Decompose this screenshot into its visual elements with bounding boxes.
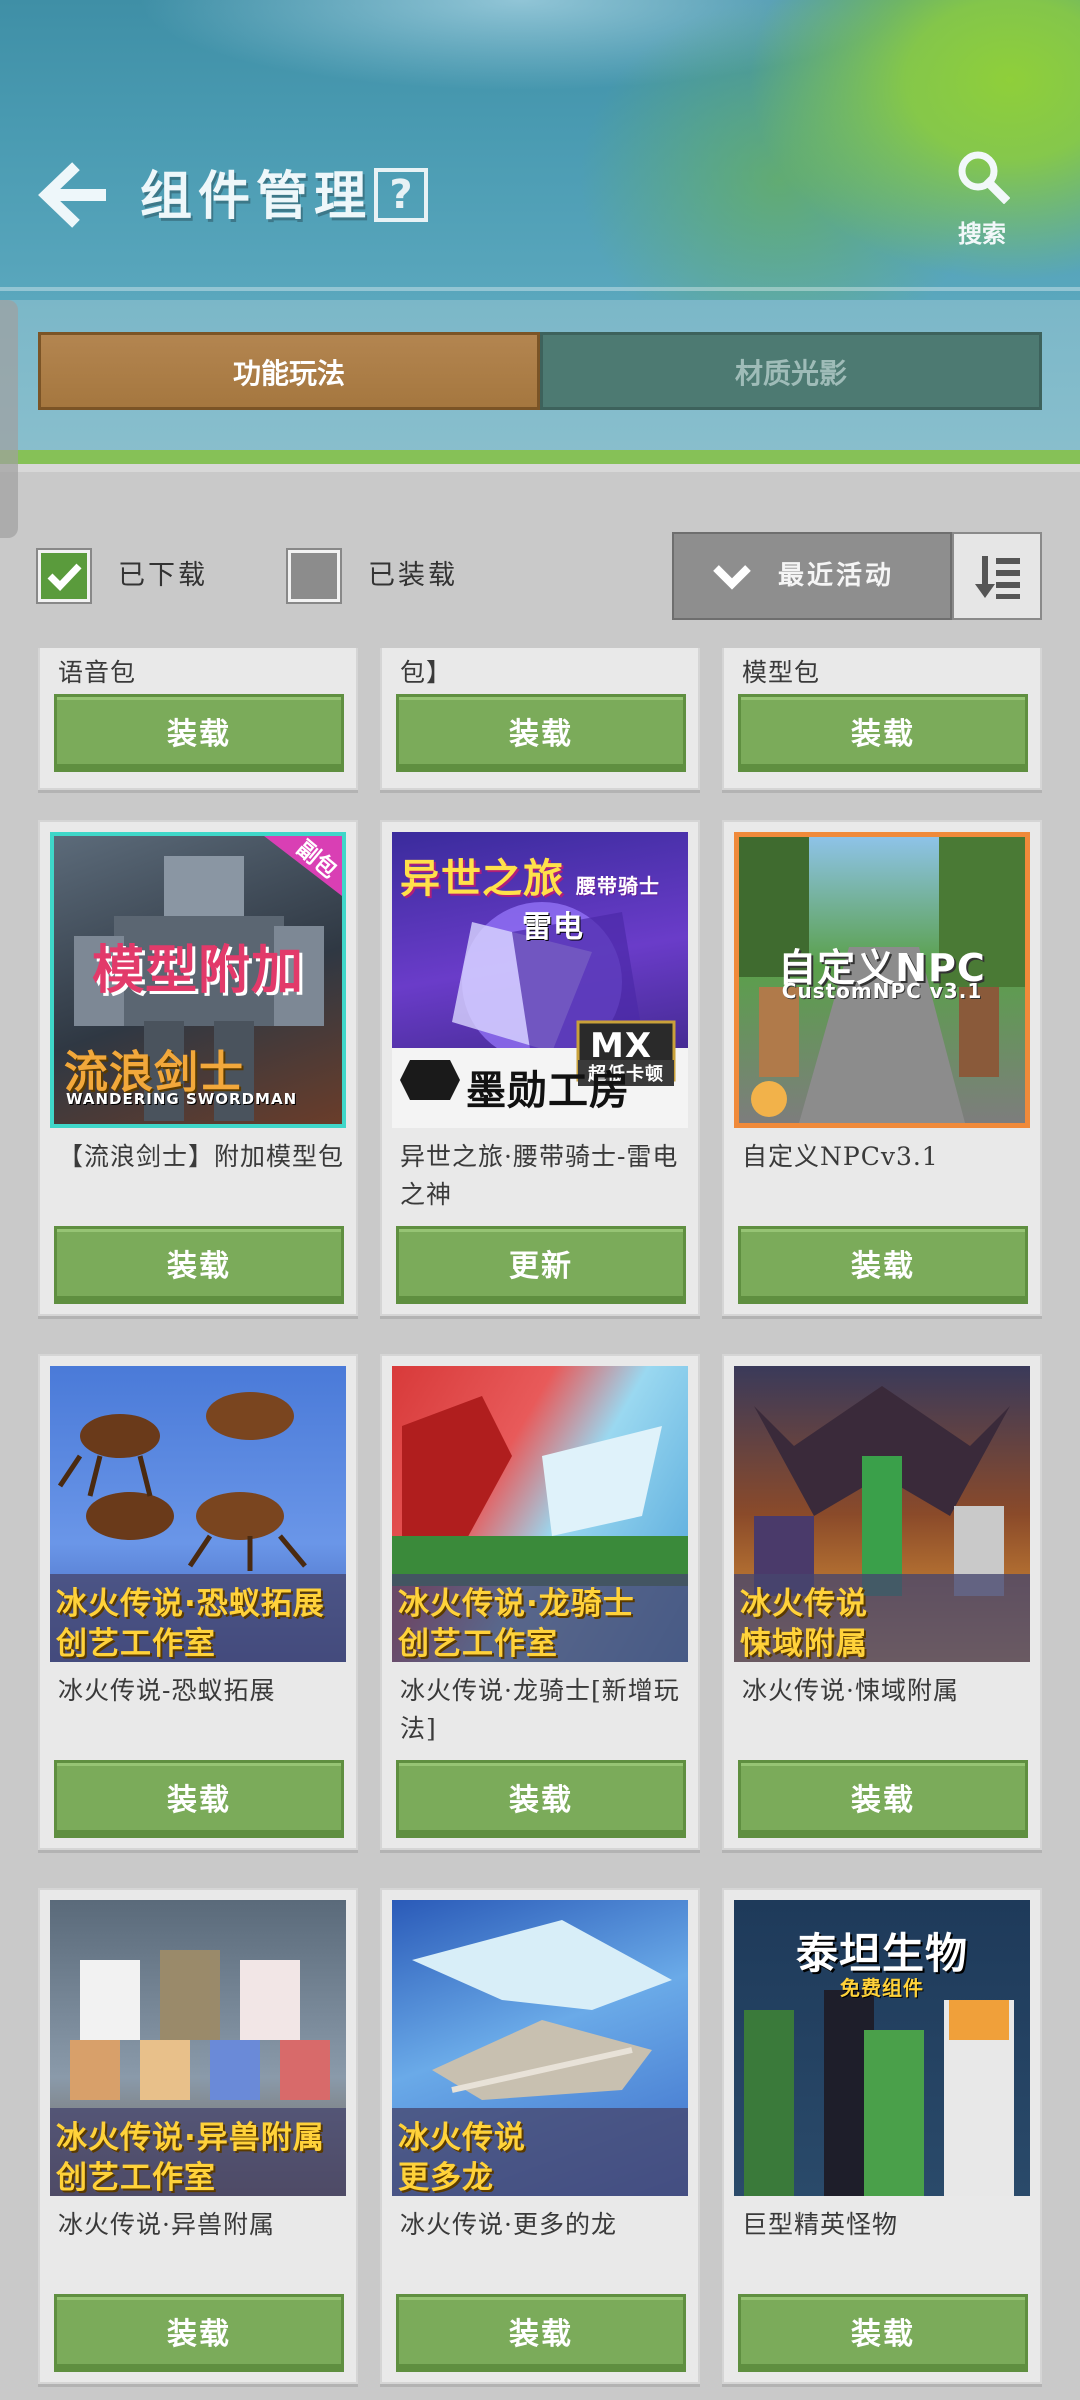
component-card[interactable]: 模型包 装载 [722,648,1042,790]
thumbnail-ant-expansion: 冰火传说·恐蚁拓展 创艺工作室 [50,1366,346,1662]
thumb-subtitle: 创艺工作室 [56,1626,216,1662]
thumb-subtitle: 更多龙 [398,2160,494,2196]
header-divider [0,287,1080,291]
thumb-subtitle: 创艺工作室 [56,2160,216,2196]
chevron-down-icon [713,565,751,590]
component-card[interactable]: 副包 模型附加 流浪剑士 WANDERING SWORDMAN 【流浪剑士】附加… [38,820,358,1316]
load-button[interactable]: 装载 [738,694,1028,772]
sort-dropdown[interactable]: 最近活动 [672,532,952,620]
load-button[interactable]: 装载 [738,1760,1028,1838]
thumb-subtitle: 悚域附属 [740,1626,868,1662]
page-title: 组件管理 [140,167,373,227]
component-card[interactable]: 冰火传说 更多龙 冰火传说·更多的龙 装载 [380,1888,700,2384]
thumb-subtitle: 雷电 [522,910,584,945]
card-title: 巨型精英怪物 [742,2210,899,2239]
tab-gameplay[interactable]: 功能玩法 [38,332,540,410]
component-card[interactable]: 冰火传说·恐蚁拓展 创艺工作室 冰火传说-恐蚁拓展 装载 [38,1354,358,1850]
tab-bar: 功能玩法 材质光影 [38,332,1042,410]
component-card[interactable]: 冰火传说 悚域附属 冰火传说·悚域附属 装载 [722,1354,1042,1850]
thumbnail-wandering-swordman: 副包 模型附加 流浪剑士 WANDERING SWORDMAN [50,832,346,1128]
card-title: 冰火传说·异兽附属 [58,2210,275,2239]
thumb-title: 冰火传说·龙骑士 [398,1586,635,1622]
load-button[interactable]: 装载 [738,1226,1028,1304]
update-button[interactable]: 更新 [396,1226,686,1304]
filter-row: 已下载 已装载 最近活动 [0,520,1080,630]
thumbnail-titan-creatures: 泰坦生物 免费组件 [734,1900,1030,2196]
sort-descending-icon [975,556,1020,599]
thumb-tag: 腰带骑士 [576,874,660,898]
thumb-subtitle: 免费组件 [840,1976,924,2000]
load-button[interactable]: 装载 [54,1226,344,1304]
card-title: 包】 [400,658,453,687]
card-title: 冰火传说·龙骑士[新增玩法] [400,1676,680,1743]
loaded-label: 已装载 [368,560,458,591]
thumb-subtitle: 创艺工作室 [398,1626,558,1662]
sort-dropdown-label: 最近活动 [778,561,895,591]
thumb-title: 冰火传说·恐蚁拓展 [56,1586,325,1622]
thumb-studio: 墨勋工房 [466,1068,630,1114]
component-card[interactable]: 自定义NPC CustomNPC v3.1 自定义NPCv3.1 装载 [722,820,1042,1316]
component-card[interactable]: 包】 装载 [380,648,700,790]
thumb-title: 冰火传说 [398,2120,526,2156]
component-card[interactable]: 异世之旅 腰带骑士 雷电 MX 超低卡顿 墨勋工房 异世之旅·腰带骑士-雷电之神… [380,820,700,1316]
card-title: 异世之旅·腰带骑士-雷电之神 [400,1142,679,1209]
load-button[interactable]: 装载 [54,1760,344,1838]
search-label: 搜索 [958,220,1006,248]
thumb-subtitle: CustomNPC v3.1 [781,979,983,1003]
component-card[interactable]: 泰坦生物 免费组件 巨型精英怪物 装载 [722,1888,1042,2384]
divider [0,464,1080,472]
thumbnail-dragon-rider: 冰火传说·龙骑士 创艺工作室 [392,1366,688,1662]
load-button[interactable]: 装载 [54,694,344,772]
thumb-caption: WANDERING SWORDMAN [66,1090,298,1108]
thumb-title: 冰火传说·异兽附属 [56,2120,325,2156]
card-title: 模型包 [742,658,821,687]
downloaded-label: 已下载 [118,560,208,591]
card-title: 语音包 [58,658,137,687]
component-grid: 语音包 装载 包】 装载 模型包 装载 副包 模型附加 流浪剑士 WANDERI… [0,648,1080,2400]
app-header: 组件管理 ? 搜索 [0,0,1080,300]
load-button[interactable]: 装载 [396,1760,686,1838]
load-button[interactable]: 装载 [396,694,686,772]
card-title: 【流浪剑士】附加模型包 [58,1142,345,1171]
thumbnail-more-dragons: 冰火传说 更多龙 [392,1900,688,2196]
arrow-left-icon [38,162,106,228]
help-button[interactable]: ? [374,168,428,222]
load-button[interactable]: 装载 [54,2294,344,2372]
component-card[interactable]: 语音包 装载 [38,648,358,790]
checkmark-icon [47,563,82,592]
downloaded-checkbox[interactable] [38,550,90,602]
thumb-title: 模型附加 [91,941,304,1001]
side-drawer-handle[interactable] [0,300,18,538]
back-button[interactable] [36,160,116,230]
tab-textures[interactable]: 材质光影 [540,332,1042,410]
search-icon [958,151,1011,205]
thumb-title: 冰火传说 [740,1586,868,1622]
card-title: 冰火传说·悚域附属 [742,1676,959,1705]
thumbnail-rider-thunder: 异世之旅 腰带骑士 雷电 MX 超低卡顿 墨勋工房 [392,832,688,1128]
thumbnail-terror-domain: 冰火传说 悚域附属 [734,1366,1030,1662]
thumbnail-custom-npc: 自定义NPC CustomNPC v3.1 [734,832,1030,1128]
sort-order-button[interactable] [952,532,1042,620]
search-button[interactable]: 搜索 [944,148,1020,248]
component-card[interactable]: 冰火传说·异兽附属 创艺工作室 冰火传说·异兽附属 装载 [38,1888,358,2384]
card-title: 冰火传说·更多的龙 [400,2210,617,2239]
component-card[interactable]: 冰火传说·龙骑士 创艺工作室 冰火传说·龙骑士[新增玩法] 装载 [380,1354,700,1850]
load-button[interactable]: 装载 [738,2294,1028,2372]
grass-divider [0,450,1080,464]
thumbnail-beast-addon: 冰火传说·异兽附属 创艺工作室 [50,1900,346,2196]
loaded-checkbox[interactable] [288,550,340,602]
load-button[interactable]: 装载 [396,2294,686,2372]
card-title: 冰火传说-恐蚁拓展 [58,1676,276,1705]
card-title: 自定义NPCv3.1 [742,1142,939,1171]
